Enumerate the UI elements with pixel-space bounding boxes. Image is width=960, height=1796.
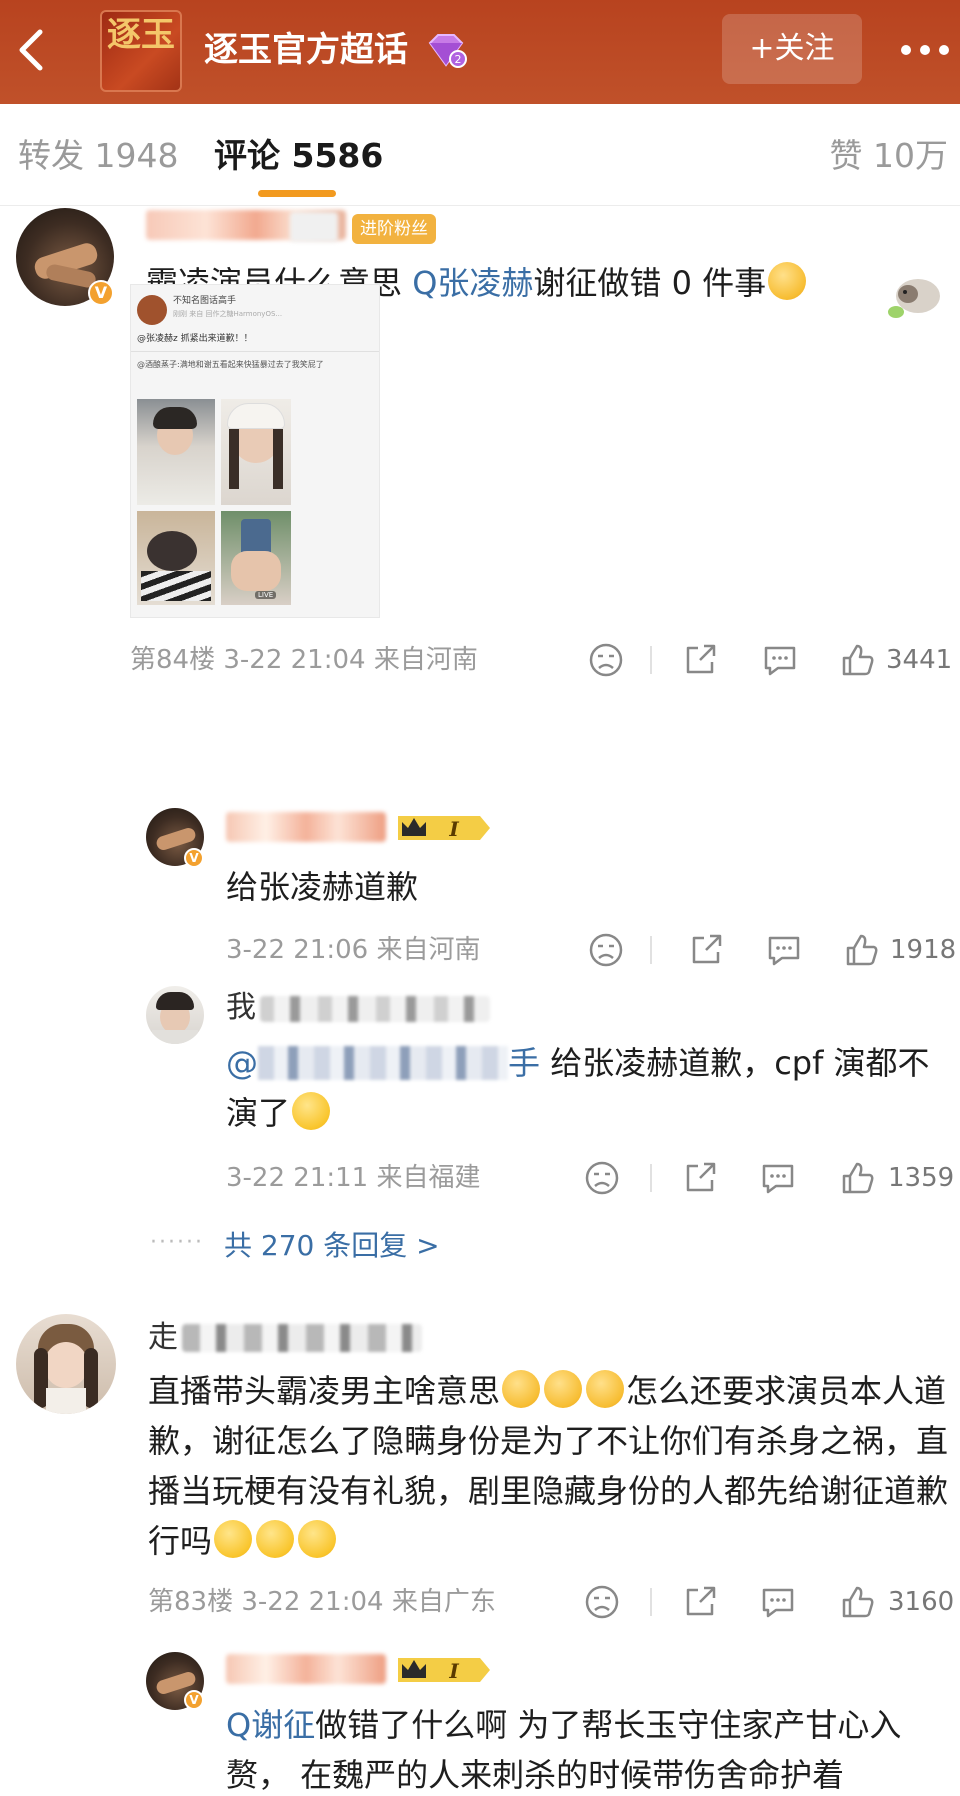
grumpy-emoji — [292, 1092, 331, 1130]
username-prefix[interactable]: 走 — [148, 1318, 178, 1358]
crown-level-icon: I — [398, 1658, 490, 1683]
username-blurred[interactable] — [260, 996, 490, 1022]
reply-text: Q谢征做错了什么啊 为了帮长玉守住家产甘心入赘， 在魏严的人来刺杀的时候带伤舍命… — [226, 1700, 946, 1796]
avatar[interactable] — [146, 986, 204, 1044]
embedded-line2: @酒酿蒸子:满地和谢五看起来快猛暴过去了我笑屁了 — [137, 360, 324, 369]
smile-emoji — [256, 1520, 295, 1558]
comment-text-suffix: 谢征做错 0 件事 — [533, 264, 767, 302]
verified-v-icon: V — [88, 280, 114, 306]
dislike-face-icon[interactable] — [582, 1158, 622, 1198]
smile-emoji — [214, 1520, 253, 1558]
level-text: I — [448, 817, 459, 841]
gem-level-icon: 2 — [428, 34, 467, 68]
view-replies-link[interactable]: 共 270 条回复 > — [224, 1226, 440, 1266]
tab-comment[interactable]: 评论 5586 — [214, 134, 383, 178]
mention-blurred[interactable] — [258, 1046, 508, 1080]
like-count: 3441 — [886, 645, 953, 675]
thumbs-up-icon[interactable] — [838, 1158, 878, 1198]
reply-meta: 3-22 21:11 来自福建 — [226, 1163, 481, 1193]
dislike-face-icon[interactable] — [586, 930, 626, 970]
thumbs-up-icon[interactable] — [838, 1582, 878, 1622]
back-arrow-icon[interactable] — [10, 22, 56, 78]
avatar[interactable] — [16, 1314, 116, 1414]
username-blurred[interactable] — [226, 1654, 386, 1684]
comment-icon[interactable] — [758, 1158, 798, 1198]
username-prefix[interactable]: 我 — [226, 988, 256, 1028]
share-icon[interactable] — [680, 640, 720, 680]
mention-prefix[interactable]: @ — [226, 1044, 258, 1082]
fan-level-badge: 进阶粉丝 — [352, 214, 436, 244]
comment-icon[interactable] — [764, 930, 804, 970]
smile-emoji — [298, 1520, 337, 1558]
like-count: 1359 — [888, 1163, 955, 1193]
share-icon[interactable] — [680, 1158, 720, 1198]
comment-text: 直播带头霸凌男主啥意思 怎么还要求演员本人道歉，谢征怎么了隐瞒身份是为了不让你们有… — [148, 1366, 948, 1566]
flushed-emoji — [544, 1370, 583, 1408]
username-blurred[interactable] — [182, 1324, 422, 1352]
comment-tabs: 转发 1948 评论 5586 赞 10万 — [0, 104, 960, 206]
crown-level-icon: I — [398, 816, 490, 841]
topic-title[interactable]: 逐玉官方超话 — [204, 28, 408, 72]
divider — [650, 1588, 652, 1616]
verified-v-icon: V — [184, 848, 204, 868]
divider — [650, 1164, 652, 1192]
embedded-photo-1 — [137, 399, 215, 505]
divider — [650, 936, 652, 964]
divider — [650, 646, 652, 674]
topic-link-zhang[interactable]: Q张凌赫 — [412, 264, 533, 302]
comment-image[interactable]: 不知名图话高手 刚刚 来自 回作之糖HarmonyOS... @张凌赫z 抓紧出… — [130, 284, 380, 618]
thread-dots: ······ — [150, 1230, 204, 1255]
reply-text: @ 手 给张凌赫道歉，cpf 演都不演了 — [226, 1038, 936, 1138]
thumbs-up-icon[interactable] — [842, 930, 882, 970]
comment-body-start: 直播带头霸凌男主啥意思 — [148, 1372, 501, 1410]
comment-icon[interactable] — [760, 640, 800, 680]
mention-suffix[interactable]: 手 — [508, 1044, 540, 1082]
embedded-photo-4: LIVE — [221, 511, 291, 605]
reply-meta: 3-22 21:06 来自河南 — [226, 935, 481, 965]
level-text: I — [448, 1659, 459, 1683]
topic-header: 逐玉 逐玉官方超话 2 +关注 — [0, 0, 960, 104]
embedded-photo-2 — [221, 399, 291, 505]
embedded-line1: @张凌赫z 抓紧出来道歉！！ — [137, 334, 253, 344]
comment-meta: 第83楼 3-22 21:04 来自广东 — [148, 1587, 496, 1617]
reply-text: 给张凌赫道歉 — [226, 868, 419, 906]
follow-button[interactable]: +关注 — [722, 14, 862, 84]
embedded-source: 刚刚 来自 回作之糖HarmonyOS... — [173, 310, 283, 318]
comment-icon[interactable] — [758, 1582, 798, 1622]
sheep-sticker-icon — [888, 279, 940, 318]
username-blurred-tail — [290, 212, 338, 242]
live-tag: LIVE — [255, 591, 277, 599]
username-blurred[interactable] — [226, 812, 386, 842]
reply-body: 做错了什么啊 为了帮长玉守住家产甘心入赘， 在魏严的人来刺杀的时候带伤舍命护着 — [226, 1706, 902, 1794]
flushed-emoji — [502, 1370, 541, 1408]
like-count: 3160 — [888, 1587, 955, 1617]
svg-text:2: 2 — [455, 53, 462, 66]
topic-logo[interactable]: 逐玉 — [100, 10, 182, 92]
flushed-emoji — [586, 1370, 625, 1408]
embedded-account: 不知名图话高手 — [173, 296, 237, 306]
share-icon[interactable] — [686, 930, 726, 970]
topic-link-xie[interactable]: Q谢征 — [226, 1706, 315, 1744]
tab-like[interactable]: 赞 10万 — [830, 134, 948, 178]
verified-v-icon: V — [184, 1690, 204, 1710]
like-count: 1918 — [890, 935, 957, 965]
dislike-face-icon[interactable] — [582, 1582, 622, 1622]
dislike-face-icon[interactable] — [586, 640, 626, 680]
thumbs-up-icon[interactable] — [838, 640, 878, 680]
comment-meta: 第84楼 3-22 21:04 来自河南 — [130, 645, 478, 675]
more-dots-icon[interactable] — [896, 28, 954, 72]
share-icon[interactable] — [680, 1582, 720, 1622]
tab-repost[interactable]: 转发 1948 — [18, 134, 178, 178]
logo-text: 逐玉 — [107, 15, 175, 55]
embedded-photo-3 — [137, 511, 215, 605]
cry-emoji — [768, 262, 807, 300]
active-tab-indicator — [258, 190, 336, 197]
